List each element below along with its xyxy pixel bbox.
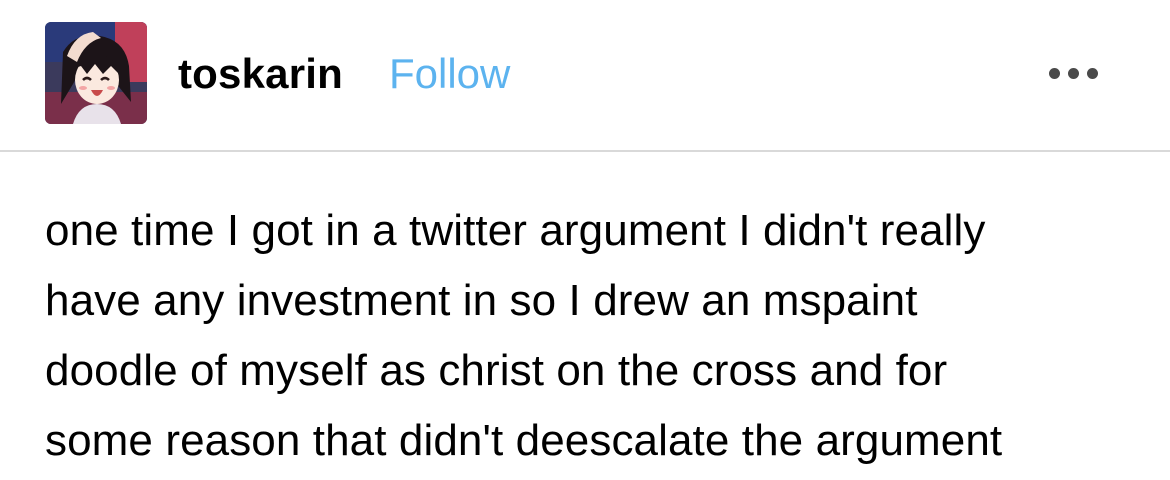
post-text-line: one time I got in a twitter argument I d… [45,206,986,255]
ellipsis-icon [1048,67,1060,79]
post-text-line: some reason that didn't deescalate the a… [45,416,1003,465]
post-text: one time I got in a twitter argument I d… [45,196,1135,476]
ellipsis-icon [1067,67,1079,79]
ellipsis-icon [1086,67,1098,79]
anime-girl-avatar-icon [45,22,147,124]
post-body: one time I got in a twitter argument I d… [45,196,1135,476]
avatar[interactable] [45,22,147,124]
post-text-line: have any investment in so I drew an mspa… [45,276,918,325]
username-link[interactable]: toskarin [178,48,343,100]
post-text-line: doodle of myself as christ on the cross … [45,346,948,395]
more-options-button[interactable] [1040,58,1106,88]
post-header: toskarin Follow [0,0,1170,152]
follow-button[interactable]: Follow [389,48,510,100]
